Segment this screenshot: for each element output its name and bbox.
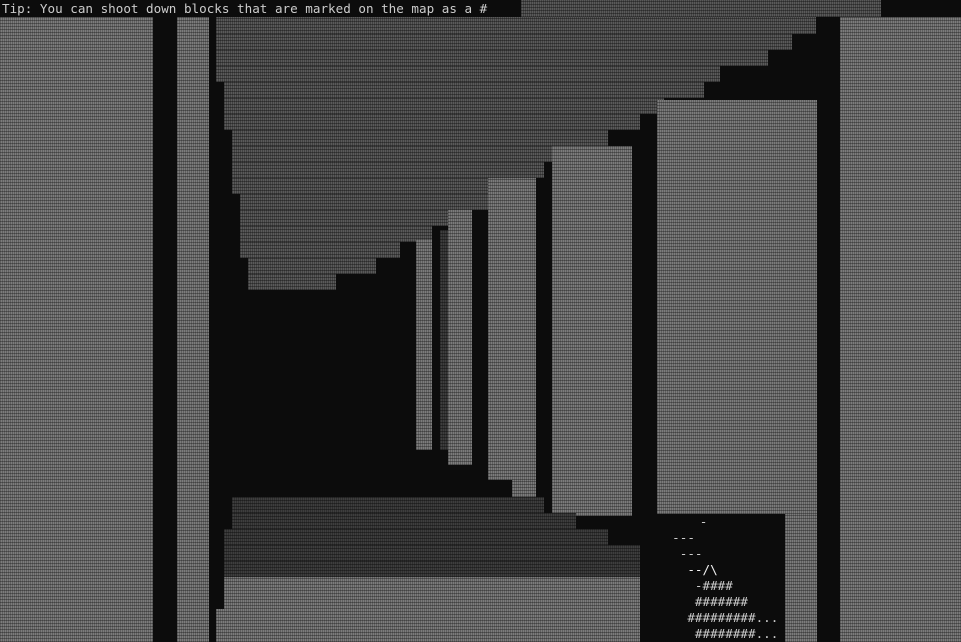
ceiling-step-10 — [232, 162, 544, 178]
ceiling-step-4 — [216, 66, 720, 82]
right-room-wall — [657, 100, 817, 514]
minimap: - --- --- --/\ -#### ####### #########..… — [657, 514, 785, 642]
minimap-row: --- — [657, 546, 703, 561]
left-pillar-gap — [153, 17, 177, 642]
center-right-wall-1 — [488, 178, 536, 480]
floor-step-7 — [216, 609, 640, 642]
ceiling-step-13 — [240, 210, 464, 226]
minimap-row: #########... — [657, 610, 779, 625]
ceiling-step-12 — [240, 194, 488, 210]
left-pillar — [177, 17, 209, 642]
tip-text: Tip: You can shoot down blocks that are … — [0, 0, 492, 17]
game-viewport[interactable]: Tip: You can shoot down blocks that are … — [0, 0, 961, 642]
ceiling-step-1 — [216, 17, 816, 34]
corridor-sliver-2 — [448, 210, 472, 465]
top-right-strip — [521, 0, 881, 17]
center-right-wall-2 — [512, 480, 536, 497]
ceiling-step-9 — [232, 146, 576, 162]
ceiling-step-5 — [224, 82, 704, 98]
floor-step-3 — [224, 529, 608, 545]
ceiling-step-11 — [232, 178, 512, 194]
floor-step-2 — [232, 513, 576, 529]
minimap-row: ####### — [657, 594, 748, 609]
minimap-row: --- — [657, 530, 695, 545]
right-column-lower — [785, 514, 817, 642]
ceiling-step-8 — [232, 130, 608, 146]
floor-step-4 — [224, 545, 640, 561]
corridor-sliver-3 — [440, 230, 448, 450]
minimap-row: -#### — [657, 578, 733, 593]
minimap-player-marker: --/\ — [657, 562, 718, 577]
floor-step-6 — [224, 577, 640, 609]
ceiling-step-3 — [216, 50, 768, 66]
center-right-wall-3 — [552, 146, 632, 516]
minimap-row: - — [677, 514, 708, 529]
ceiling-step-7 — [224, 114, 640, 130]
left-wall — [0, 17, 153, 642]
floor-step-5 — [224, 561, 640, 577]
ceiling-step-14 — [240, 226, 432, 242]
ceiling-step-15 — [240, 242, 400, 258]
far-right-wall-top — [840, 17, 961, 642]
floor-step-1 — [232, 497, 544, 513]
ceiling-step-16 — [248, 258, 376, 274]
minimap-row: ########... — [657, 626, 779, 641]
ceiling-step-6 — [224, 98, 664, 114]
ceiling-step-2 — [216, 34, 792, 50]
ceiling-step-17 — [248, 274, 336, 290]
corridor-sliver-1 — [416, 240, 432, 450]
